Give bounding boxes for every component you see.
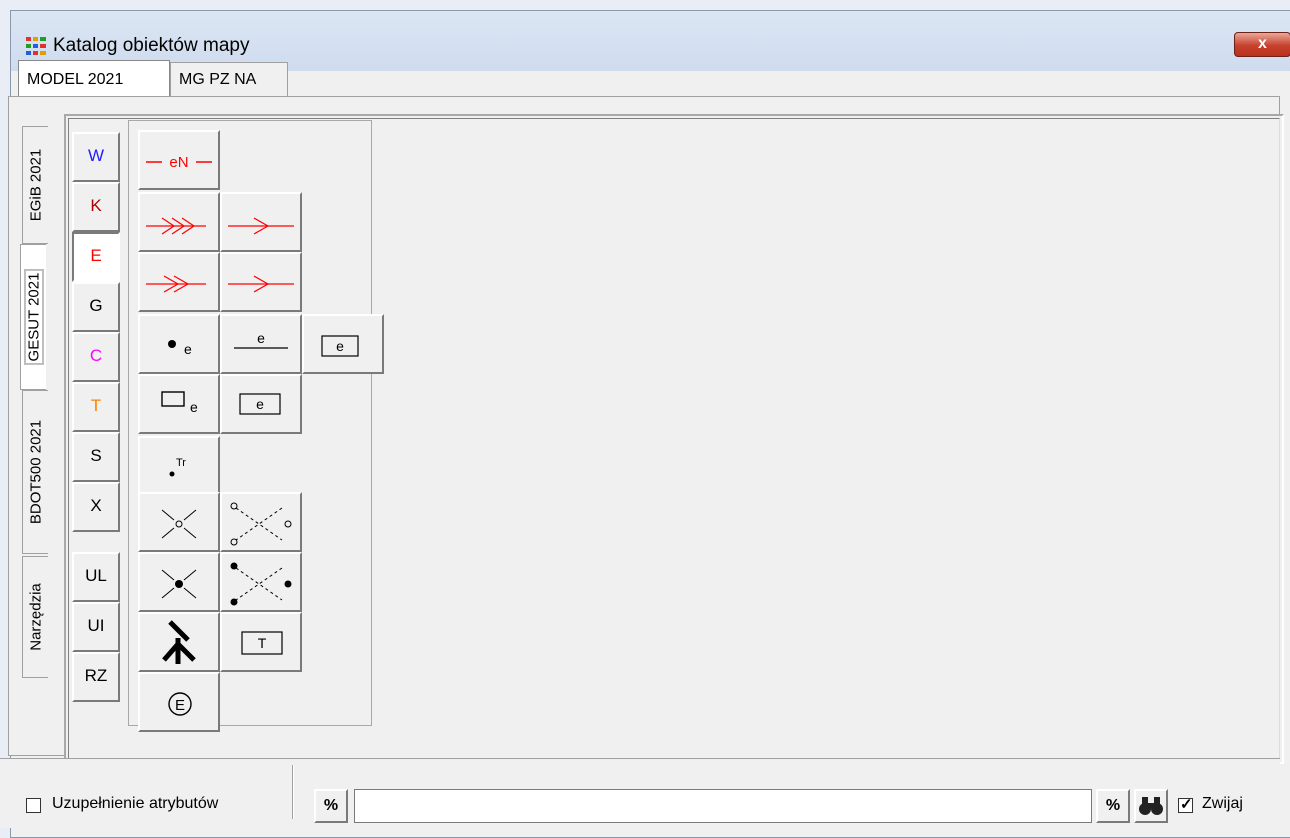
side-tab-egib-2021[interactable]: EGiB 2021: [22, 126, 48, 244]
symbol-arrow-line[interactable]: [220, 192, 302, 252]
symbol-cross-filled-ends[interactable]: [220, 552, 302, 612]
circle-e-label: E: [175, 697, 185, 714]
status-bar: Uzupełnienie atrybutów % % ✓ Zwijaj: [0, 758, 1280, 828]
category-label: X: [90, 496, 102, 515]
collapse-checkbox[interactable]: ✓: [1178, 796, 1193, 813]
category-button-rz[interactable]: RZ: [72, 652, 120, 702]
category-button-x[interactable]: X: [72, 482, 120, 532]
tr-label: Tr: [176, 457, 186, 469]
check-icon: ✓: [1180, 796, 1193, 813]
category-label: RZ: [84, 666, 108, 685]
window-title: Katalog obiektów mapy: [53, 35, 250, 56]
symbol-circle-e[interactable]: E: [138, 672, 220, 732]
symbol-line-e[interactable]: e: [220, 314, 302, 374]
app-grid-icon: [26, 37, 46, 55]
category-button-k[interactable]: K: [72, 182, 120, 232]
side-tab-label: Narzędzia: [27, 583, 44, 651]
symbol-double-arrow-line[interactable]: [138, 252, 220, 312]
side-tab-gesut-2021[interactable]: GESUT 2021: [20, 244, 46, 390]
line-e-label: e: [257, 330, 265, 346]
attributes-checkbox-label: Uzupełnienie atrybutów: [52, 795, 219, 812]
close-icon: x: [1258, 35, 1267, 52]
side-tab-label: BDOT500 2021: [27, 419, 44, 525]
side-tab-label: EGiB 2021: [27, 148, 44, 222]
category-button-ui[interactable]: UI: [72, 602, 120, 652]
percent-left-button[interactable]: %: [314, 789, 348, 823]
t-box-label: T: [258, 635, 267, 651]
category-button-s[interactable]: S: [72, 432, 120, 482]
tab-model-2021[interactable]: MODEL 2021: [18, 60, 170, 98]
symbol-cross-filled[interactable]: [138, 552, 220, 612]
side-tab-bdot500-2021[interactable]: BDOT500 2021: [22, 390, 48, 554]
category-label: C: [89, 346, 103, 365]
category-label: T: [90, 396, 102, 415]
symbol-point-tr[interactable]: Tr: [138, 436, 220, 496]
symbol-t-box[interactable]: T: [220, 612, 302, 672]
symbol-point-e[interactable]: e: [138, 314, 220, 374]
symbol-cross-open[interactable]: [138, 492, 220, 552]
tab-label: MG PZ NA: [179, 71, 257, 88]
symbol-rect-e[interactable]: e: [138, 374, 220, 434]
side-tab-label: GESUT 2021: [24, 265, 43, 369]
percent-label: %: [323, 797, 339, 814]
box-e-label: e: [336, 338, 344, 354]
close-button[interactable]: x: [1234, 32, 1290, 57]
symbol-triple-arrow-line[interactable]: [138, 192, 220, 252]
symbol-cross-open-ends[interactable]: [220, 492, 302, 552]
category-label: S: [90, 446, 102, 465]
category-button-t[interactable]: T: [72, 382, 120, 432]
category-label: K: [90, 196, 102, 215]
symbol-en-line[interactable]: eN: [138, 130, 220, 190]
symbol-box2-e[interactable]: e: [220, 374, 302, 434]
symbol-arrow-line-2[interactable]: [220, 252, 302, 312]
category-label: W: [87, 146, 105, 165]
symbol-box-e[interactable]: e: [302, 314, 384, 374]
point-e-label: e: [184, 341, 192, 357]
category-button-g[interactable]: G: [72, 282, 120, 332]
en-label: eN: [169, 154, 188, 171]
status-separator: [292, 765, 294, 819]
percent-right-button[interactable]: %: [1096, 789, 1130, 823]
rect-e-label: e: [190, 399, 198, 415]
category-label: UI: [87, 616, 105, 635]
tab-label: MODEL 2021: [27, 71, 124, 88]
category-label: E: [90, 246, 102, 265]
binoculars-icon: [1139, 797, 1163, 815]
find-button[interactable]: [1134, 789, 1168, 823]
category-button-c[interactable]: C: [72, 332, 120, 382]
symbol-antenna[interactable]: [138, 612, 220, 672]
category-button-ul[interactable]: UL: [72, 552, 120, 602]
attributes-checkbox[interactable]: [26, 798, 41, 813]
tab-mg-pz-na[interactable]: MG PZ NA: [170, 62, 288, 96]
category-button-e[interactable]: E: [72, 232, 120, 282]
side-tab-narzedzia[interactable]: Narzędzia: [22, 556, 48, 678]
box2-e-label: e: [256, 396, 264, 412]
category-label: UL: [85, 566, 107, 585]
percent-label: %: [1105, 797, 1121, 814]
collapse-checkbox-label: Zwijaj: [1202, 795, 1243, 812]
search-input[interactable]: [354, 789, 1092, 823]
category-label: G: [89, 296, 103, 315]
category-button-w[interactable]: W: [72, 132, 120, 182]
